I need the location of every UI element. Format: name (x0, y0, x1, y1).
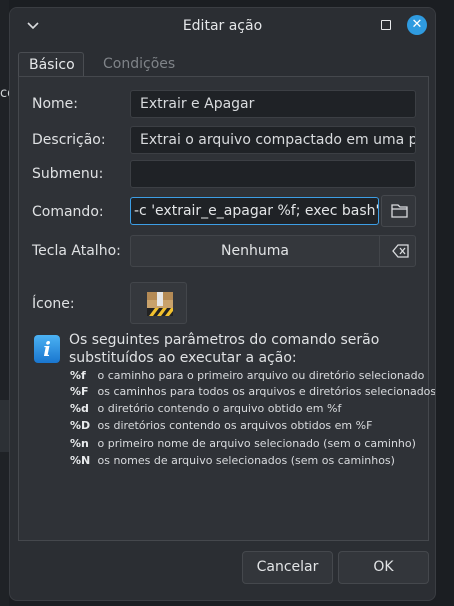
titlebar: Editar ação ✕ (10, 8, 435, 44)
shortcut-label: Tecla Atalho: (32, 243, 121, 259)
param-item: %F os caminhos para todos os arquivos e … (70, 385, 436, 398)
basic-panel: Nome: Extrair e Apagar Descrição: Extrai… (18, 76, 435, 541)
info-icon: i (34, 335, 60, 363)
close-icon[interactable]: ✕ (407, 15, 427, 35)
description-label: Descrição: (32, 132, 106, 148)
submenu-label: Submenu: (32, 166, 104, 182)
submenu-field[interactable] (130, 160, 416, 188)
name-field[interactable]: Extrair e Apagar (130, 90, 416, 118)
shortcut-button[interactable]: Nenhuma (130, 235, 380, 267)
archive-box-icon (147, 292, 173, 316)
command-field[interactable]: -c 'extrair_e_apagar %f; exec bash'" (130, 197, 379, 225)
background-panel (0, 400, 9, 452)
folder-icon[interactable] (381, 195, 416, 227)
maximize-icon[interactable] (381, 20, 391, 30)
cancel-button[interactable]: Cancelar (242, 551, 333, 584)
edit-action-dialog: Editar ação ✕ Básico Condições para apar… (9, 7, 436, 601)
ok-button[interactable]: OK (338, 551, 429, 584)
icon-label: Ícone: (32, 296, 75, 312)
tab-conditions[interactable]: Condições para aparecer (93, 52, 185, 120)
action-icon-button[interactable] (130, 282, 187, 324)
info-heading: Os seguintes parâmetros do comando serão… (69, 332, 380, 366)
param-item: %N os nomes de arquivo selecionados (sem… (70, 454, 395, 467)
param-item: %n o primeiro nome de arquivo selecionad… (70, 437, 416, 450)
description-field[interactable]: Extrai o arquivo compactado em uma pa (130, 126, 416, 154)
window-title: Editar ação (182, 18, 263, 34)
name-label: Nome: (32, 96, 79, 112)
tab-basic[interactable]: Básico (18, 52, 84, 77)
param-item: %d o diretório contendo o arquivo obtido… (70, 402, 342, 415)
backspace-icon[interactable] (379, 235, 416, 267)
command-value: -c 'extrair_e_apagar %f; exec bash'" (134, 203, 379, 219)
command-label: Comando: (32, 204, 104, 220)
param-item: %f o caminho para o primeiro arquivo ou … (70, 369, 425, 382)
param-item: %D os diretórios contendo os arquivos ob… (70, 419, 373, 432)
